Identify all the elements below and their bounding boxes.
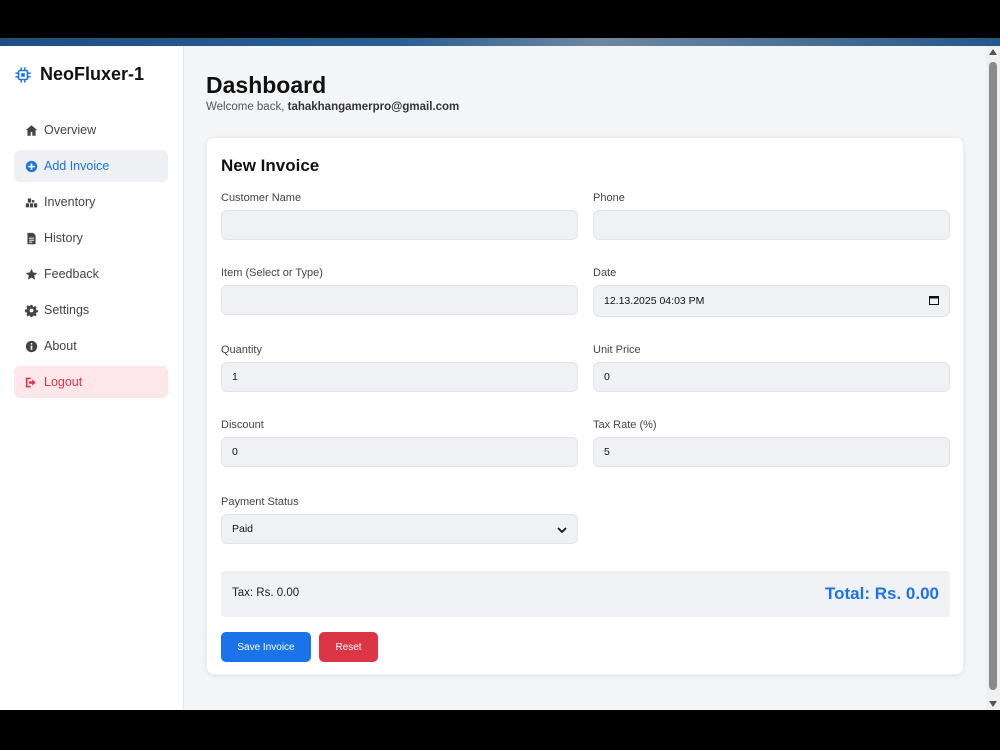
welcome-prefix: Welcome back, <box>206 101 285 113</box>
discount-label: Discount <box>221 419 264 431</box>
sidebar-item-label: History <box>44 231 83 245</box>
sidebar-item-label: Logout <box>44 375 83 389</box>
unit-price-input[interactable]: 0 <box>593 362 950 392</box>
scroll-down-arrow-icon[interactable] <box>989 701 997 707</box>
payment-status-value: Paid <box>232 523 254 535</box>
sidebar-item-history[interactable]: History <box>14 222 168 254</box>
scroll-thumb[interactable] <box>989 62 997 690</box>
save-invoice-button[interactable]: Save Invoice <box>221 632 311 662</box>
file-icon <box>27 232 36 244</box>
date-label: Date <box>593 267 617 279</box>
boxes-icon <box>25 197 38 207</box>
date-input[interactable]: 12.13.2025 04:03 PM <box>593 285 950 317</box>
chip-icon <box>15 66 31 83</box>
phone-label: Phone <box>593 192 625 204</box>
user-email: tahakhangamerpro@gmail.com <box>287 101 460 113</box>
sidebar-item-label: Add Invoice <box>44 159 110 173</box>
customer-name-input[interactable] <box>221 210 578 240</box>
sidebar-item-logout[interactable]: Logout <box>14 366 168 398</box>
sidebar-item-label: Overview <box>44 123 97 137</box>
sidebar-item-settings[interactable]: Settings <box>14 294 168 326</box>
unit-price-label: Unit Price <box>593 344 641 356</box>
logout-icon <box>25 377 36 387</box>
discount-input[interactable]: 0 <box>221 437 578 467</box>
plus-circle-icon <box>25 160 38 172</box>
browser-top-strip <box>0 38 1000 46</box>
brand[interactable]: NeoFluxer-1 <box>14 64 144 85</box>
app-viewport: NeoFluxer-1 Overview Add Invoice Invento… <box>0 46 986 710</box>
sidebar-item-label: Feedback <box>44 267 99 281</box>
item-input[interactable] <box>221 285 578 315</box>
page-scrollbar[interactable] <box>986 46 1000 710</box>
chevron-down-icon <box>557 527 567 534</box>
date-value: 12.13.2025 04:03 PM <box>604 295 705 307</box>
new-invoice-card: New Invoice Customer Name Phone Item (Se… <box>206 137 964 675</box>
payment-status-label: Payment Status <box>221 496 299 508</box>
item-label: Item (Select or Type) <box>221 267 323 279</box>
total-amount: Total: Rs. 0.00 <box>825 584 939 603</box>
quantity-input[interactable]: 1 <box>221 362 578 392</box>
sidebar-item-label: About <box>44 339 77 353</box>
sidebar-item-label: Inventory <box>44 195 96 209</box>
star-icon <box>25 268 38 280</box>
sidebar-item-add-invoice[interactable]: Add Invoice <box>14 150 168 182</box>
quantity-label: Quantity <box>221 344 262 356</box>
sidebar-nav: Overview Add Invoice Inventory History F… <box>14 114 168 402</box>
sidebar-item-about[interactable]: About <box>14 330 168 362</box>
sidebar-item-overview[interactable]: Overview <box>14 114 168 146</box>
gear-icon <box>25 304 38 317</box>
totals-panel: Tax: Rs. 0.00 Total: Rs. 0.00 <box>221 571 950 617</box>
payment-status-select[interactable]: Paid <box>221 514 578 544</box>
brand-name: NeoFluxer-1 <box>40 64 145 84</box>
customer-name-label: Customer Name <box>221 192 302 204</box>
phone-input[interactable] <box>593 210 950 240</box>
calendar-icon[interactable] <box>929 295 939 305</box>
card-title: New Invoice <box>221 156 320 175</box>
info-icon <box>25 340 38 352</box>
sidebar-item-label: Settings <box>44 303 90 317</box>
scroll-up-arrow-icon[interactable] <box>989 49 997 55</box>
reset-button[interactable]: Reset <box>319 632 378 662</box>
home-icon <box>25 124 38 136</box>
tax-rate-input[interactable]: 5 <box>593 437 950 467</box>
welcome-text: Welcome back, tahakhangamerpro@gmail.com <box>206 101 459 113</box>
tax-rate-label: Tax Rate (%) <box>593 419 657 431</box>
sidebar-item-inventory[interactable]: Inventory <box>14 186 168 218</box>
sidebar-item-feedback[interactable]: Feedback <box>14 258 168 290</box>
tax-amount: Tax: Rs. 0.00 <box>232 587 300 599</box>
sidebar: NeoFluxer-1 Overview Add Invoice Invento… <box>0 46 184 710</box>
page-title: Dashboard <box>206 72 327 98</box>
